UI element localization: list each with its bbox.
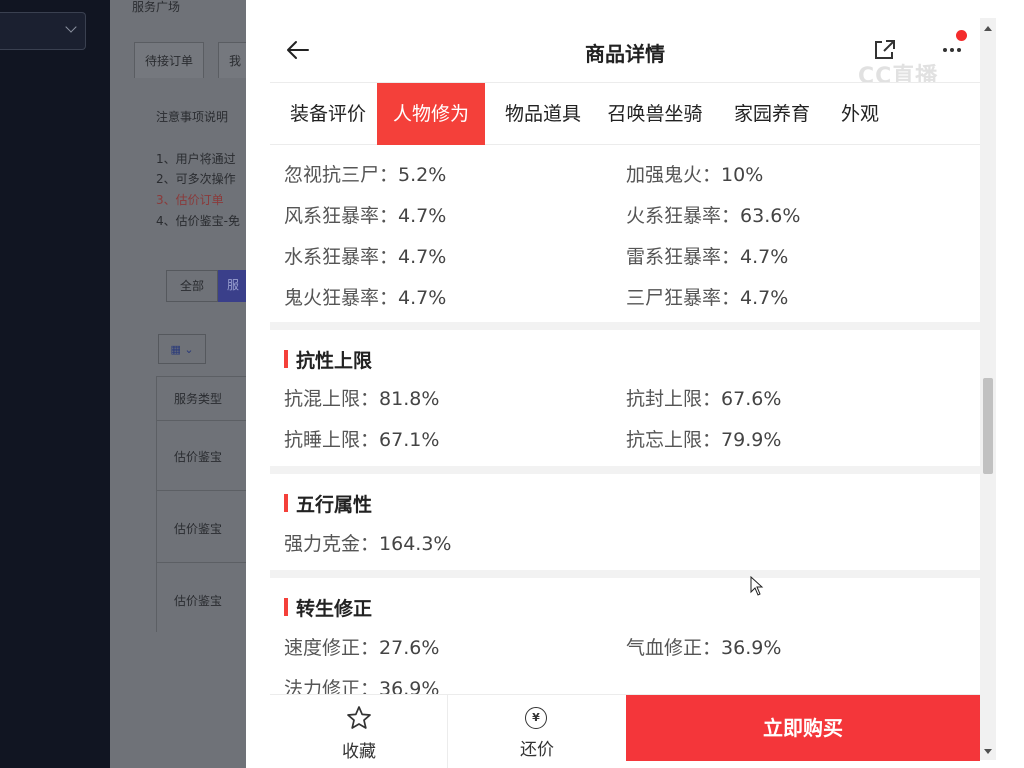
section-title: 抗性上限 — [296, 350, 373, 372]
filter-service-button[interactable]: 服 — [218, 270, 248, 302]
resist-section: 抗性上限 抗混上限：81.8% 抗封上限：67.6% 抗睡上限：67.1% 抗忘… — [270, 330, 980, 466]
tab-appearance[interactable]: 外观 — [830, 83, 890, 145]
tab-character-cultivation[interactable]: 人物修为 — [377, 83, 485, 145]
app-sidebar — [0, 0, 110, 768]
breadcrumb: 服务广场 — [132, 0, 181, 14]
section-title: 转生修正 — [296, 598, 373, 620]
stat-item: 抗忘上限：79.9% — [626, 429, 782, 451]
section-marker — [284, 494, 288, 512]
divider — [156, 562, 256, 563]
filter-all-button[interactable]: 全部 — [166, 270, 218, 302]
notice-item: 2、可多次操作 — [156, 172, 236, 186]
stat-item: 速度修正：27.6% — [284, 637, 440, 659]
buy-now-button[interactable]: 立即购买 — [626, 695, 980, 761]
section-title: 五行属性 — [296, 494, 373, 516]
stat-item: 忽视抗三尸：5.2% — [284, 164, 447, 186]
rebirth-section: 转生修正 速度修正：27.6% 气血修正：36.9% 法力修正：36.9% — [270, 578, 980, 694]
tab-pending-orders[interactable]: 待接订单 — [134, 42, 205, 78]
stat-item: 抗封上限：67.6% — [626, 388, 782, 410]
stat-item: 风系狂暴率：4.7% — [284, 205, 447, 227]
tab-summons-mounts[interactable]: 召唤兽坐骑 — [600, 83, 710, 145]
tab-items[interactable]: 物品道具 — [490, 83, 596, 145]
stat-item: 火系狂暴率：63.6% — [626, 205, 801, 227]
bargain-button[interactable]: ¥ 还价 — [448, 695, 626, 768]
yen-coin-icon: ¥ — [525, 707, 547, 729]
divider — [156, 490, 256, 491]
scroll-up-arrow-icon[interactable] — [984, 26, 992, 31]
scrollbar-thumb[interactable] — [983, 378, 993, 474]
more-menu-icon[interactable] — [940, 38, 964, 62]
tab-home[interactable]: 家园养育 — [726, 83, 818, 145]
elements-section: 五行属性 强力克金：164.3% — [270, 474, 980, 570]
section-marker — [284, 598, 288, 616]
screen: 服务广场 待接订单 我 注意事项说明 1、用户将通过 2、可多次操作 3、估价订… — [0, 0, 1024, 768]
stat-item: 鬼火狂暴率：4.7% — [284, 287, 447, 309]
notice-item: 1、用户将通过 — [156, 152, 236, 166]
top-bar: 商品详情 CC直播 — [270, 18, 980, 89]
notice-title: 注意事项说明 — [156, 110, 229, 124]
stat-item: 气血修正：36.9% — [626, 637, 782, 659]
mouse-cursor-icon — [750, 576, 764, 596]
stat-item: 抗混上限：81.8% — [284, 388, 440, 410]
favorite-label: 收藏 — [342, 742, 376, 762]
scroll-down-arrow-icon[interactable] — [984, 749, 992, 754]
scrollbar[interactable] — [980, 18, 996, 760]
stat-item: 三尸狂暴率：4.7% — [626, 287, 789, 309]
notification-dot — [956, 30, 967, 41]
bargain-label: 还价 — [520, 740, 554, 760]
chevron-down-icon — [65, 21, 77, 33]
favorite-button[interactable]: 收藏 — [270, 695, 448, 768]
sidebar-dropdown[interactable] — [0, 12, 86, 50]
star-icon — [347, 706, 371, 729]
stats-section: 忽视抗三尸：5.2% 加强鬼火：10% 风系狂暴率：4.7% 火系狂暴率：63.… — [270, 146, 980, 322]
bottom-action-bar: 收藏 ¥ 还价 立即购买 — [270, 694, 980, 768]
stat-item: 加强鬼火：10% — [626, 164, 764, 186]
stat-item: 法力修正：36.9% — [284, 678, 440, 694]
divider — [156, 420, 256, 421]
stat-item: 抗睡上限：67.1% — [284, 429, 440, 451]
notice-item: 3、估价订单 — [156, 193, 224, 207]
stat-item: 水系狂暴率：4.7% — [284, 246, 447, 268]
section-marker — [284, 350, 288, 368]
scroll-content[interactable]: 忽视抗三尸：5.2% 加强鬼火：10% 风系狂暴率：4.7% 火系狂暴率：63.… — [270, 146, 980, 694]
stat-item: 雷系狂暴率：4.7% — [626, 246, 789, 268]
product-detail-view: 商品详情 CC直播 装备评价 人物修为 物品道具 召唤兽坐骑 家园养育 外观 忽… — [270, 0, 980, 768]
tab-equipment-rating[interactable]: 装备评价 — [276, 83, 380, 145]
notice-item: 4、估价鉴宝-免 — [156, 214, 240, 228]
stat-item: 强力克金：164.3% — [284, 533, 452, 555]
background-table — [156, 376, 246, 632]
column-settings-button[interactable]: ▦ ⌄ — [158, 334, 206, 364]
category-tabs: 装备评价 人物修为 物品道具 召唤兽坐骑 家园养育 外观 — [270, 82, 980, 145]
